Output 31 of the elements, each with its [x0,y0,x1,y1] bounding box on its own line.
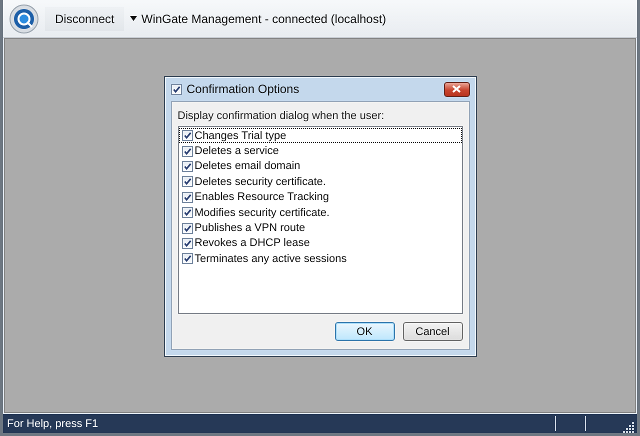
option-label[interactable]: Changes Trial type [194,130,286,142]
option-label[interactable]: Deletes security certificate. [194,176,326,188]
close-icon [452,85,461,93]
option-checkbox[interactable] [182,222,192,234]
option-checkbox[interactable] [182,238,192,249]
option-checkbox[interactable] [182,146,192,157]
option-checkbox[interactable] [182,176,192,188]
option-label[interactable]: Deletes a service [194,145,279,158]
close-button[interactable] [444,82,470,96]
option-checkbox[interactable] [182,160,192,172]
resize-grip-icon[interactable] [623,421,635,433]
option-label[interactable]: Publishes a VPN route [194,222,306,234]
dialog-prompt: Display confirmation dialog when the user: [178,110,386,122]
option-label[interactable]: Modifies security certificate. [194,206,330,219]
option-checkbox[interactable] [182,253,192,264]
app-logo-icon[interactable] [9,4,39,34]
option-checkbox[interactable] [182,207,192,218]
dropdown-arrow-icon [130,16,138,21]
option-label[interactable]: Terminates any active sessions [194,252,347,265]
title-checkbox[interactable] [170,84,182,94]
option-checkbox[interactable] [182,130,192,142]
status-text: For Help, press F1 [6,418,100,430]
ok-button[interactable]: OK [334,322,394,341]
option-label[interactable]: Enables Resource Tracking [194,191,330,204]
connection-menu[interactable]: WinGate Management - connected (localhost) [130,12,386,26]
option-label[interactable]: Revokes a DHCP lease [194,237,310,250]
dialog-title: Confirmation Options [186,82,300,96]
option-checkbox[interactable] [182,192,192,203]
cancel-button[interactable]: Cancel [402,322,462,341]
option-label[interactable]: Deletes email domain [194,160,300,172]
disconnect-button[interactable]: Disconnect [45,6,124,30]
